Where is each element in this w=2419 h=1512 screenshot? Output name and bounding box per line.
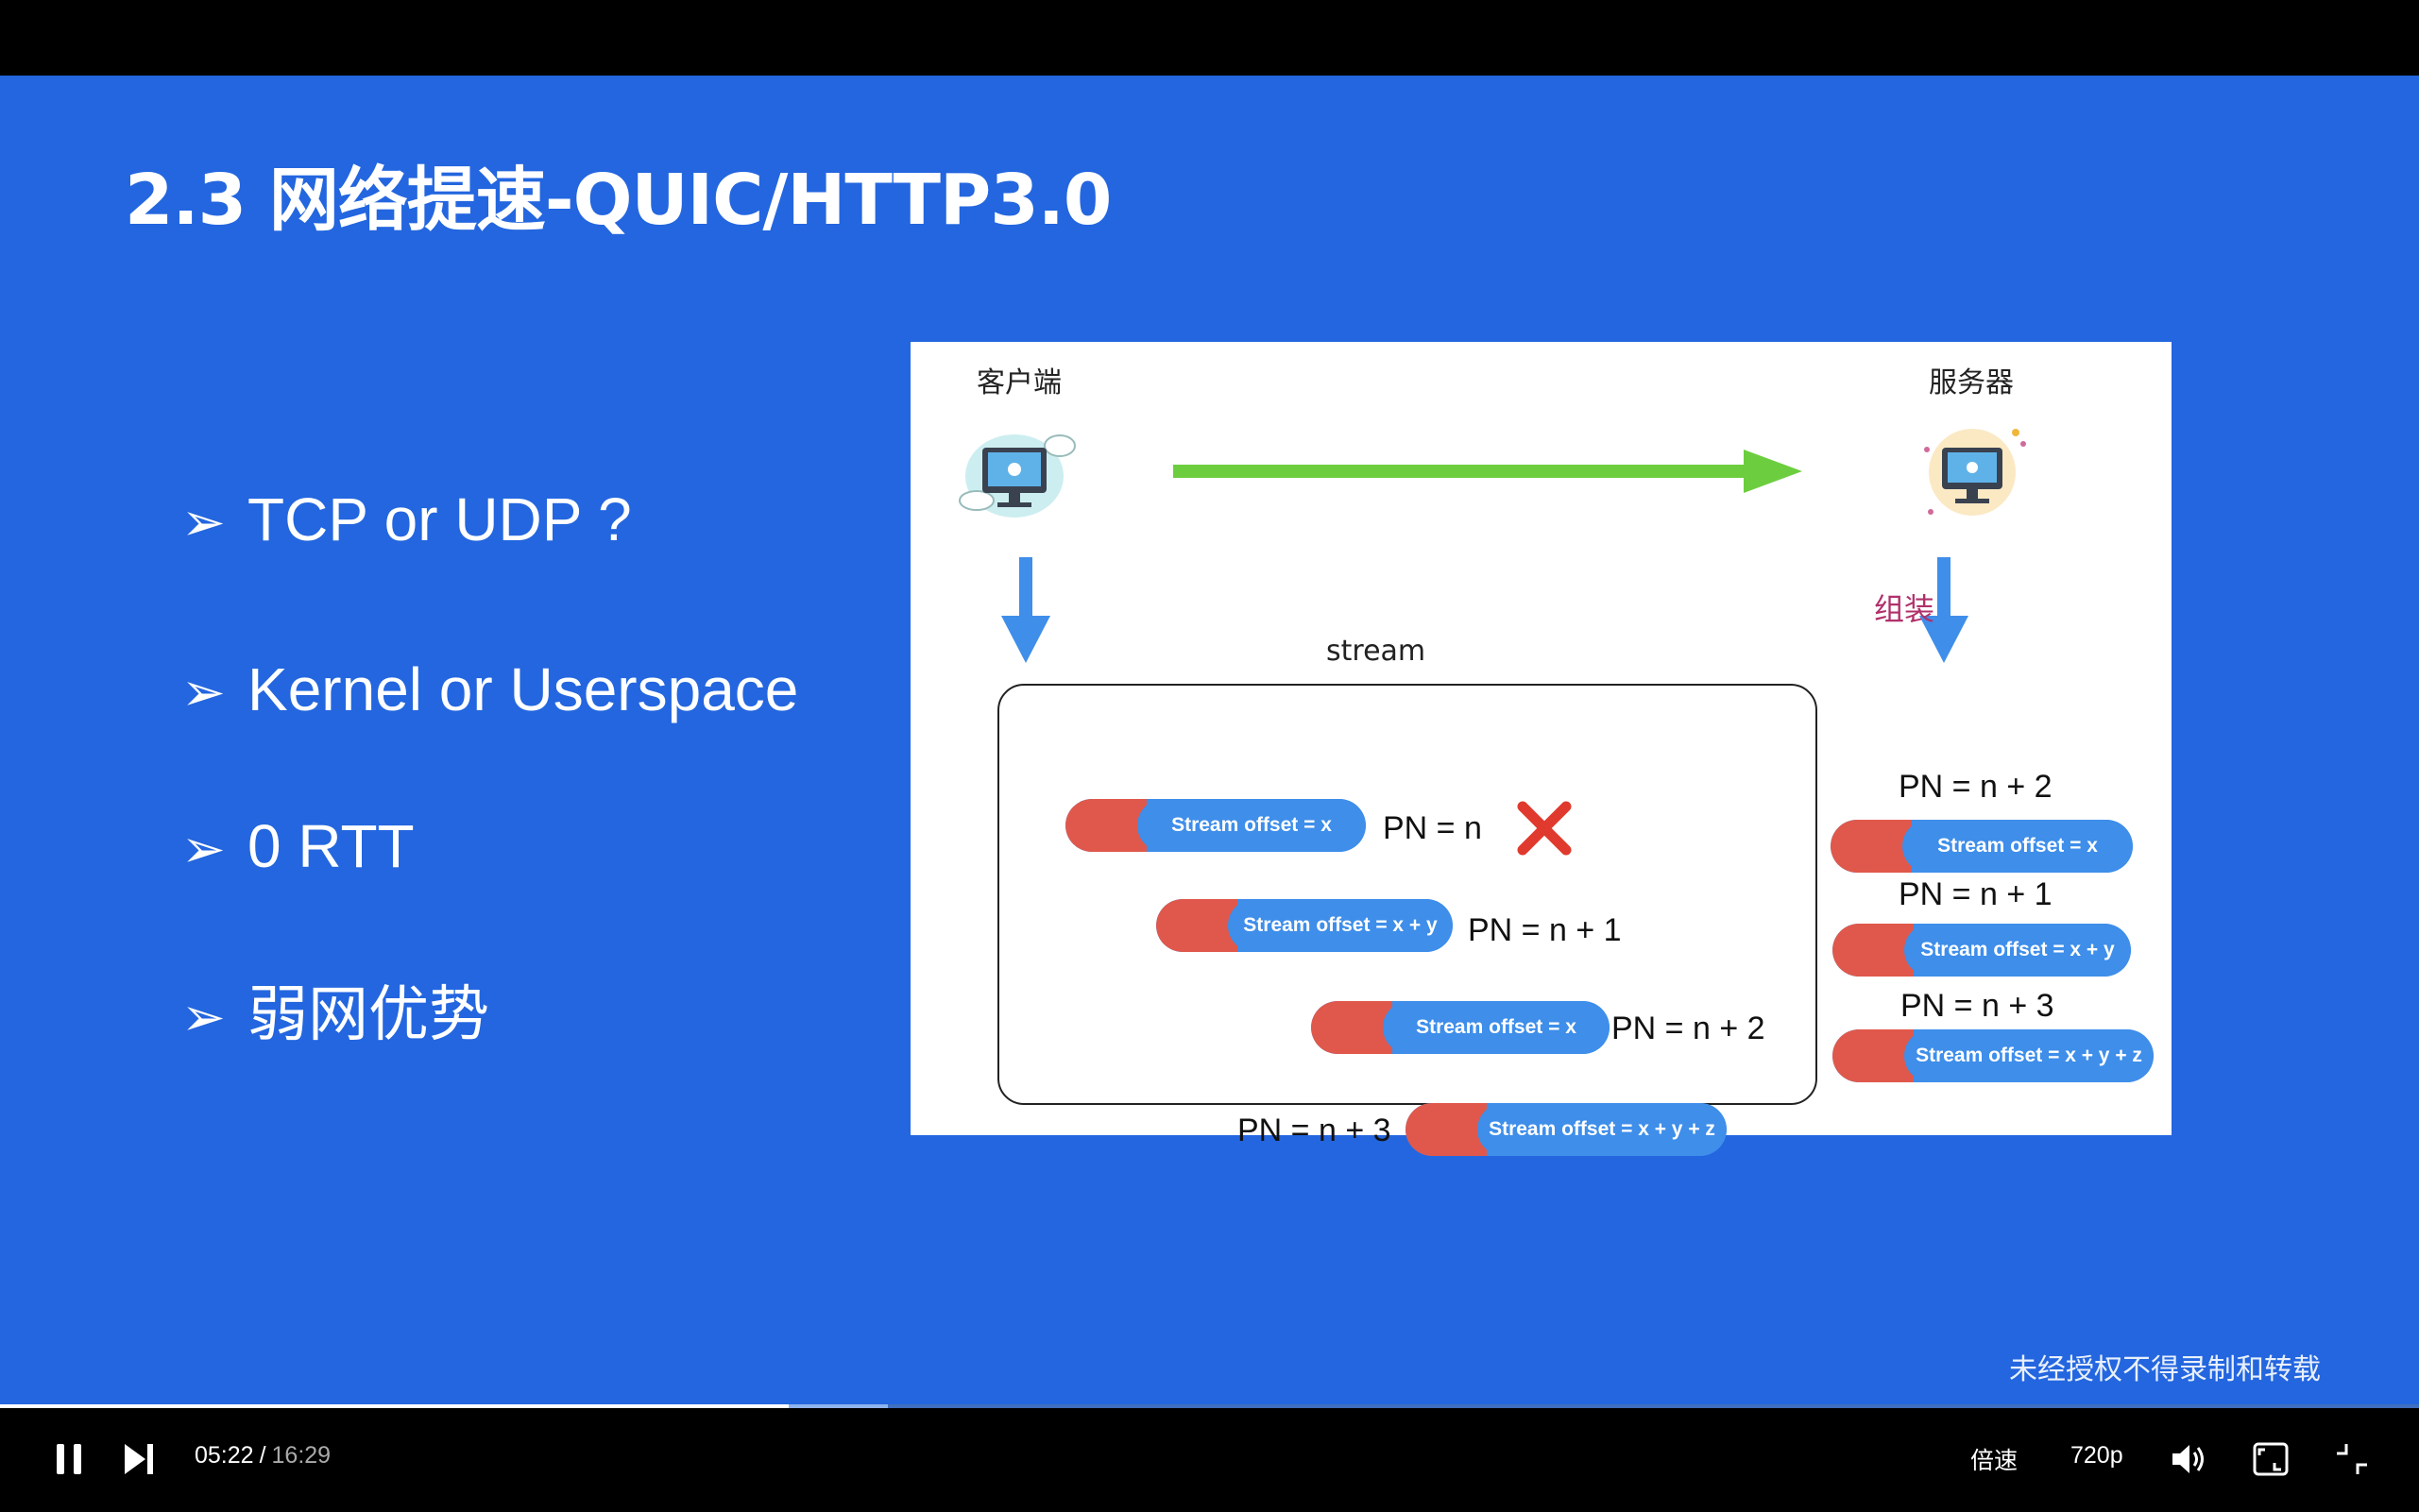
client-packet: Stream offset = x [1065,799,1366,852]
time-display: 05:22/16:29 [195,1442,331,1470]
speed-button[interactable]: 倍速 [1970,1442,2018,1476]
quality-button[interactable]: 720p [2070,1442,2123,1470]
server-packet: Stream offset = x + y [1832,924,2131,977]
player-controls: 05:22/16:29 倍速 720p [0,1408,2419,1512]
bullet-text: TCP or UDP ? [247,485,632,553]
lost-packet-cross-icon [1517,801,1572,856]
time-separator: / [259,1442,266,1469]
server-packet-pn: PN = n + 2 [1899,769,2053,805]
bullet-arrow-icon: ➢ [181,492,226,552]
client-down-arrow-icon [1001,557,1050,663]
exit-fullscreen-icon[interactable] [2333,1440,2371,1478]
quic-stream-diagram: 客户端 服务器 组装 stream Stream offset = x PN =… [911,342,2172,1156]
bullet-text: 0 RTT [247,812,415,880]
assemble-label: 组装 [1874,591,1935,627]
watermark: 未经授权不得录制和转载 [2009,1353,2321,1386]
pause-icon[interactable] [53,1440,85,1478]
bullet-item: ➢ 弱网优势 [181,966,489,1053]
server-computer-icon [1924,429,2026,516]
server-label: 服务器 [1929,366,2014,399]
slide: 2.3 网络提速-QUIC/HTTP3.0 ➢ TCP or UDP ? ➢ Ker… [0,76,2419,1407]
client-packet-pn: PN = n + 2 [1611,1011,1765,1046]
server-packet: Stream offset = x + y + z [1832,1029,2154,1082]
client-label: 客户端 [977,366,1062,399]
client-packet: Stream offset = x + y [1156,899,1453,952]
client-packet: Stream offset = x [1311,1001,1610,1054]
client-packet: Stream offset = x + y + z [1405,1103,1727,1156]
send-arrow-icon [1173,450,1802,493]
server-packet-pn: PN = n + 3 [1900,988,2054,1024]
top-black-bar [0,0,2419,76]
current-time: 05:22 [195,1442,254,1469]
bullet-text: Kernel or Userspace [247,655,799,723]
server-packet-pn: PN = n + 1 [1899,876,2053,912]
bullet-arrow-icon: ➢ [181,987,226,1046]
bullet-text: 弱网优势 [247,980,489,1048]
bullet-item: ➢ 0 RTT [181,811,415,881]
bullet-arrow-icon: ➢ [181,819,226,878]
bullet-arrow-icon: ➢ [181,662,226,722]
client-packet-pn: PN = n + 1 [1468,912,1622,948]
pip-icon[interactable] [2252,1440,2290,1478]
next-icon[interactable] [121,1440,157,1478]
stream-label: stream [1326,635,1426,668]
volume-icon[interactable] [2169,1440,2208,1478]
server-packet: Stream offset = x [1831,820,2133,873]
client-computer-icon [959,434,1076,518]
duration: 16:29 [271,1442,332,1469]
client-packet-pn: PN = n [1383,810,1482,846]
slide-title: 2.3 网络提速-QUIC/HTTP3.0 [125,160,1112,241]
client-packet-pn: PN = n + 3 [1237,1113,1391,1148]
bullet-item: ➢ Kernel or Userspace [181,654,798,724]
bullet-item: ➢ TCP or UDP ? [181,484,632,554]
